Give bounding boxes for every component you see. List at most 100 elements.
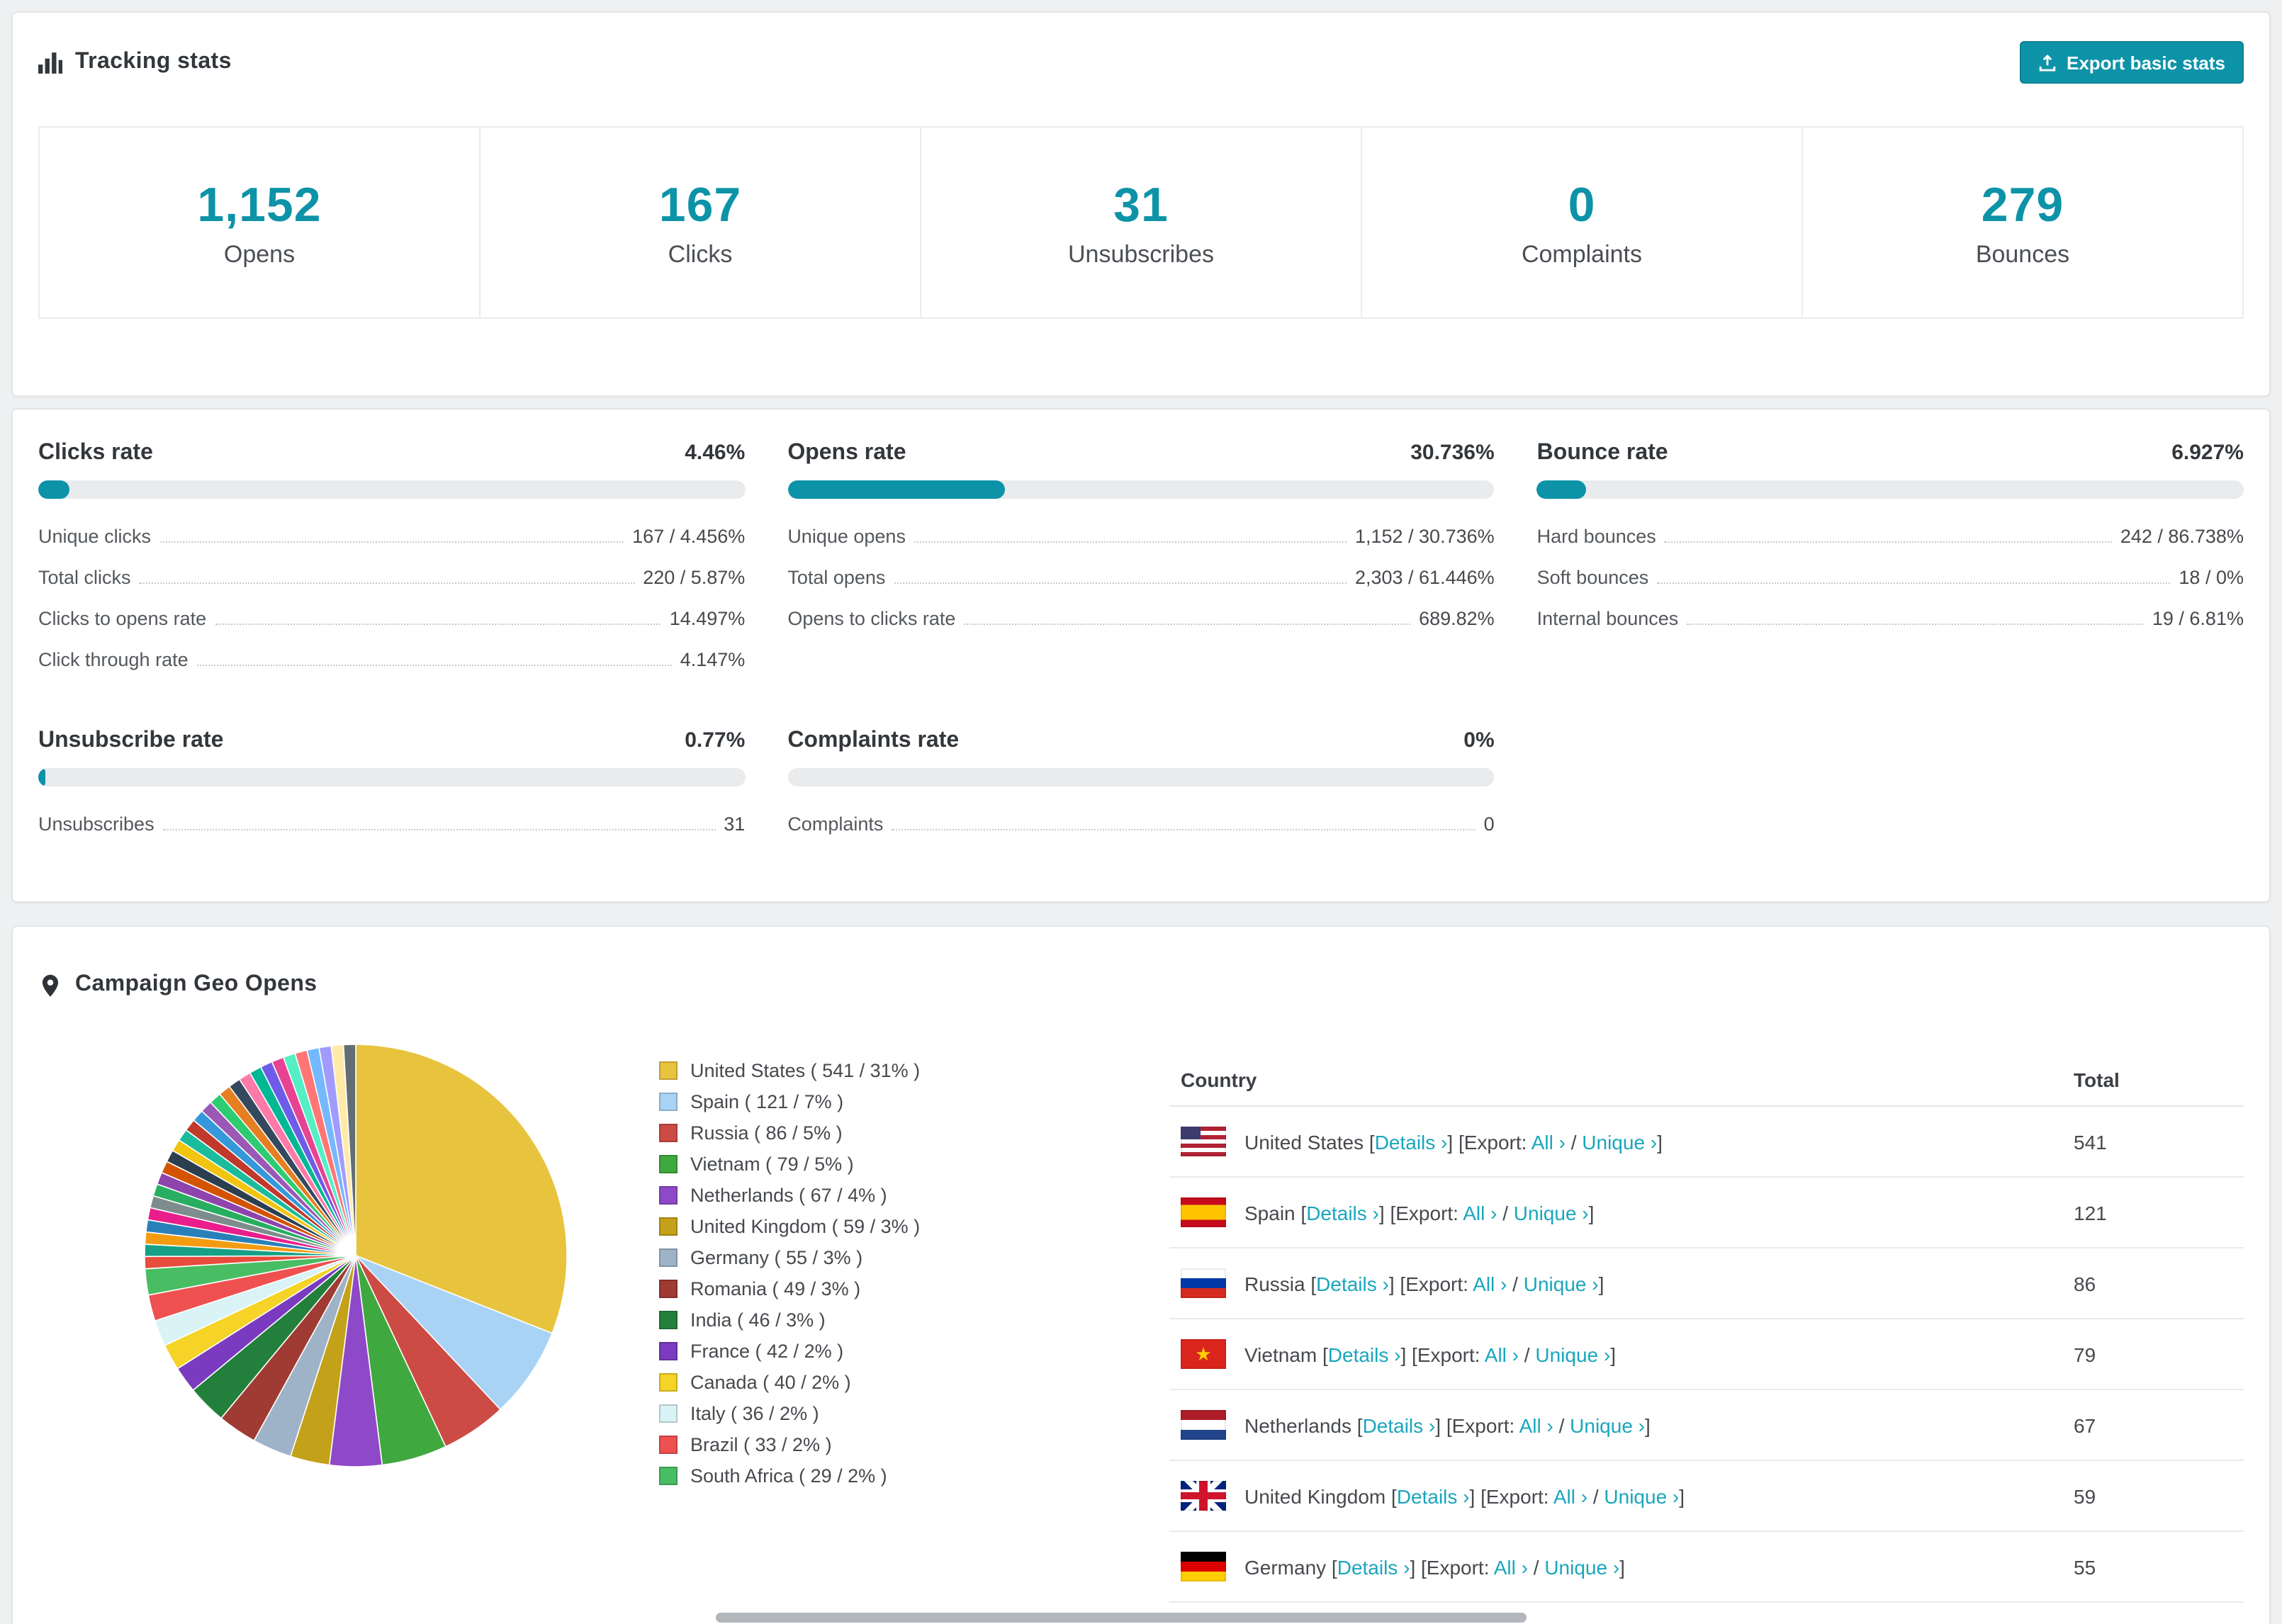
bracket-text: [ [1305,1272,1317,1295]
export-all-link[interactable]: All › [1494,1555,1528,1578]
separator-text: / [1553,1414,1570,1437]
export-all-link[interactable]: All › [1531,1130,1566,1153]
export-unique-link[interactable]: Unique › [1570,1414,1645,1436]
progress-track [787,480,1495,500]
stat-box-clicks: 167 Clicks [479,126,921,320]
export-unique-link[interactable]: Unique › [1544,1555,1619,1578]
export-unique-link[interactable]: Unique › [1582,1130,1657,1153]
details-link[interactable]: Details › [1316,1272,1389,1295]
legend-swatch-icon [659,1185,678,1205]
stat-value: 0 [1568,179,1596,232]
details-link[interactable]: Details › [1363,1414,1436,1436]
legend-item-brazil: Brazil ( 33 / 2% ) [659,1428,1084,1460]
rate-row-label: Total clicks [38,567,131,589]
rate-row-value: 14.497% [669,608,746,630]
export-unique-link[interactable]: Unique › [1524,1272,1599,1295]
horizontal-scrollbar-thumb[interactable] [716,1613,1527,1623]
legend-swatch-icon [659,1154,678,1173]
legend-swatch-icon [659,1248,678,1267]
separator-text: / [1527,1555,1545,1579]
rate-head: Opens rate 30.736% [787,441,1494,466]
dotted-leader [162,829,716,831]
bar-chart-icon [38,50,62,74]
tracking-stats-header: Tracking stats Export basic stats [13,13,2269,84]
bracket-text: ] [Export: [1435,1414,1519,1437]
rate-row-label: Hard bounces [1536,526,1656,548]
export-unique-link[interactable]: Unique › [1514,1201,1589,1224]
legend-swatch-icon [659,1061,678,1080]
dotted-leader [196,665,672,667]
export-all-link[interactable]: All › [1463,1201,1497,1224]
legend-label: Brazil ( 33 / 2% ) [690,1433,832,1455]
country-links: Vietnam [Details ›] [Export: All › / Uni… [1244,1343,1616,1365]
rate-head: Bounce rate 6.927% [1537,441,2244,466]
details-link[interactable]: Details › [1337,1555,1410,1578]
rate-percent: 0% [1463,728,1495,753]
details-link[interactable]: Details › [1306,1201,1379,1224]
legend-swatch-icon [659,1123,678,1142]
export-unique-link[interactable]: Unique › [1604,1484,1679,1507]
rate-row-label: Soft bounces [1536,567,1649,589]
legend-swatch-icon [659,1404,678,1423]
legend-label: India ( 46 / 3% ) [690,1309,826,1331]
stat-box-unsubscribes: 31 Unsubscribes [920,126,1362,320]
country-name: United Kingdom [1244,1484,1386,1508]
nl-flag-icon [1181,1410,1226,1440]
export-all-link[interactable]: All › [1485,1343,1519,1365]
country-cell-td: Germany [Details ›] [Export: All › / Uni… [1169,1531,2062,1603]
rate-percent: 4.46% [685,441,746,466]
rate-row-label: Click through rate [38,649,189,671]
export-icon [2038,53,2057,72]
stat-box-bounces: 279 Bounces [1802,126,2244,320]
rate-rows: Hard bounces 242 / 86.738% Soft bounces 18 … [1537,516,2244,639]
country-name: Germany [1244,1555,1327,1579]
bracket-text: [ [1351,1414,1363,1437]
total-cell: 55 [2062,1531,2244,1603]
rate-block-unsubscribe-rate: Unsubscribe rate 0.77% Unsubscribes 31 [38,728,746,845]
geo-table-row-russia: Russia [Details ›] [Export: All › / Uniq… [1169,1248,2244,1320]
legend-item-united-kingdom: United Kingdom ( 59 / 3% ) [659,1210,1084,1241]
rate-percent: 6.927% [2171,441,2244,466]
separator-text: / [1519,1343,1536,1366]
rate-row-label: Clicks to opens rate [38,608,207,630]
legend-swatch-icon [659,1310,678,1329]
legend-item-india: India ( 46 / 3% ) [659,1304,1084,1335]
geo-body: United States ( 541 / 31% ) Spain ( 121 /… [13,1006,2269,1624]
ru-flag-icon [1181,1268,1226,1299]
legend-swatch-icon [659,1466,678,1485]
export-unique-link[interactable]: Unique › [1535,1343,1610,1365]
details-link[interactable]: Details › [1375,1130,1448,1153]
vn-flag-icon: ★ [1181,1339,1226,1370]
geo-table-wrap: Country Total United States [Details ›] … [1169,1054,2244,1603]
rate-rows: Complaints 0 [787,803,1494,845]
total-cell: 79 [2062,1319,2244,1391]
bracket-text: ] [1610,1343,1616,1366]
rate-row-unique-opens: Unique opens 1,152 / 30.736% [787,516,1494,557]
rate-head: Clicks rate 4.46% [38,441,745,466]
bracket-text: ] [Export: [1469,1484,1553,1508]
export-all-link[interactable]: All › [1519,1414,1553,1436]
de-flag-icon [1181,1552,1226,1582]
export-all-link[interactable]: All › [1473,1272,1507,1295]
details-link[interactable]: Details › [1328,1343,1401,1365]
legend-swatch-icon [659,1341,678,1360]
country-links: Netherlands [Details ›] [Export: All › /… [1244,1414,1651,1436]
dotted-leader [914,541,1347,543]
export-all-link[interactable]: All › [1553,1484,1587,1507]
rate-row-value: 689.82% [1419,608,1495,630]
rate-row-value: 19 / 6.81% [2152,608,2244,630]
dotted-leader [894,582,1347,585]
rate-row-total-clicks: Total clicks 220 / 5.87% [38,557,745,598]
details-link[interactable]: Details › [1397,1484,1470,1507]
legend-label: Romania ( 49 / 3% ) [690,1278,861,1299]
legend-label: Spain ( 121 / 7% ) [690,1090,844,1112]
legend-swatch-icon [659,1092,678,1111]
total-cell: 67 [2062,1389,2244,1462]
export-basic-stats-button[interactable]: Export basic stats [2020,41,2244,84]
legend-label: United Kingdom ( 59 / 3% ) [690,1215,921,1237]
rate-row-opens-to-clicks-rate: Opens to clicks rate 689.82% [787,598,1494,639]
country-cell-td: United Kingdom [Details ›] [Export: All … [1169,1460,2062,1533]
es-flag-icon [1181,1197,1226,1228]
rate-title: Unsubscribe rate [38,728,224,753]
rate-row-clicks-to-opens-rate: Clicks to opens rate 14.497% [38,598,745,639]
